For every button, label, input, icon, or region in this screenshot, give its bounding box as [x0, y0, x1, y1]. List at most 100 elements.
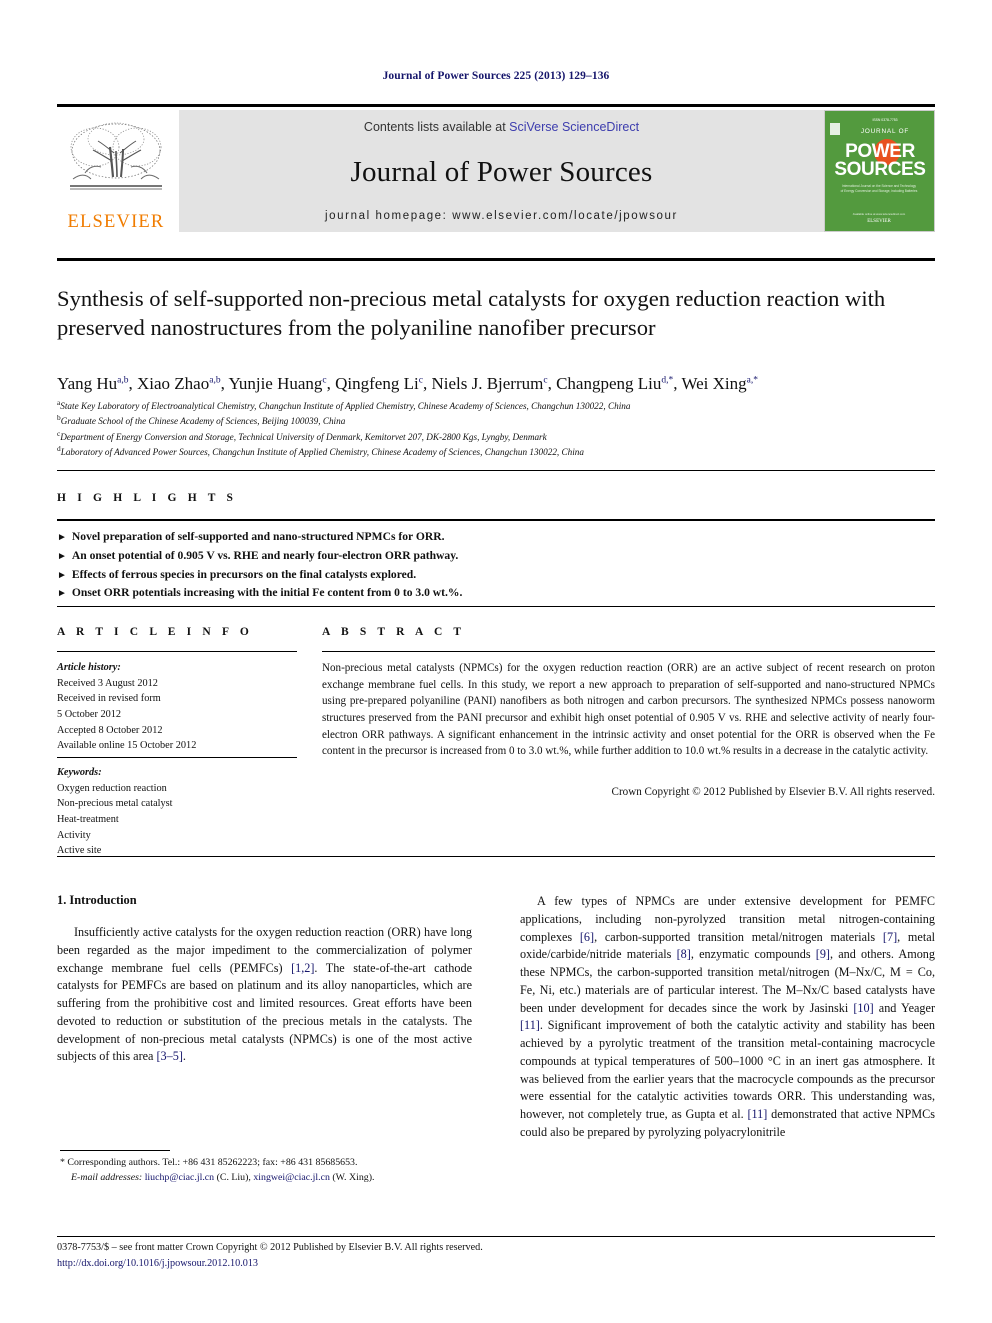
highlight-item: ► Effects of ferrous species in precursor… — [57, 566, 657, 585]
author-name: Yunjie Huang — [228, 374, 323, 393]
journal-homepage-line[interactable]: journal homepage: www.elsevier.com/locat… — [179, 210, 824, 222]
author-affiliation-mark: d,* — [661, 375, 674, 386]
abstract-heading: A B S T R A C T — [322, 626, 466, 638]
title-divider — [57, 258, 935, 261]
email-link-1[interactable]: liuchp@ciac.jl.cn — [145, 1172, 214, 1183]
corresponding-author-footnote: * Corresponding authors. Tel.: +86 431 8… — [60, 1156, 480, 1186]
keywords-block: Keywords: Oxygen reduction reaction Non-pr… — [57, 765, 302, 859]
citation-link[interactable]: [9] — [816, 947, 830, 961]
svg-text:ISSN 0378-7753: ISSN 0378-7753 — [872, 118, 897, 122]
triangle-bullet-icon: ► — [57, 550, 67, 562]
triangle-bullet-icon: ► — [57, 569, 67, 581]
journal-masthead: ELSEVIER Contents lists available at Sci… — [57, 110, 935, 232]
introduction-paragraph-2: A few types of NPMCs are under extensive… — [520, 894, 936, 1139]
triangle-bullet-icon: ► — [57, 532, 67, 543]
masthead-center-panel: Contents lists available at SciVerse Sci… — [179, 110, 824, 232]
running-head: Journal of Power Sources 225 (2013) 129–… — [382, 70, 610, 82]
keywords-heading: Keywords: — [57, 767, 102, 778]
author-name: Xiao Zhao — [137, 374, 210, 393]
article-history: Article history: Received 3 August 2012 Re… — [57, 660, 302, 754]
author-name: Niels J. Bjerrum — [431, 374, 544, 393]
affiliation-item: bGraduate School of the Chinese Academy … — [57, 413, 346, 427]
highlights-list: ► Novel preparation of self-supported and… — [57, 528, 657, 603]
svg-text:JOURNAL OF: JOURNAL OF — [861, 128, 909, 135]
email-label: E-mail addresses: — [71, 1171, 143, 1183]
highlights-bottom-divider — [57, 606, 935, 607]
elsevier-wordmark: ELSEVIER — [67, 211, 165, 232]
footer-divider — [57, 1236, 935, 1237]
svg-text:of Energy Conversion and Stora: of Energy Conversion and Storage, includ… — [841, 189, 918, 193]
header-divider — [57, 104, 935, 107]
author-affiliation-mark: a,* — [746, 375, 758, 386]
citation-link[interactable]: [11] — [520, 1018, 540, 1032]
affiliation-mark: d — [57, 444, 61, 454]
affiliation-list: aState Key Laboratory of Electroanalytic… — [57, 398, 942, 460]
svg-text:International Journal on the S: International Journal on the Science and… — [842, 184, 916, 188]
article-history-item: Available online 15 October 2012 — [57, 740, 197, 752]
author-affiliation-mark: c — [543, 375, 548, 386]
body-top-divider — [57, 856, 935, 857]
email-owner-1: (C. Liu), — [216, 1171, 251, 1183]
abstract-text: Non-precious metal catalysts (NPMCs) for… — [322, 662, 935, 758]
journal-cover-art: ISSN 0378-7753 JOURNAL OF POWER SOURCES … — [825, 111, 934, 231]
affiliation-item: cDepartment of Energy Conversion and Sto… — [57, 428, 547, 442]
author-name: Qingfeng Li — [335, 374, 419, 393]
citation-link[interactable]: [1,2] — [291, 961, 314, 975]
page-title: Synthesis of self-supported non-precious… — [57, 286, 886, 340]
highlights-heading: H I G H L I G H T S — [57, 492, 238, 504]
keyword-item: Non-precious metal catalyst — [57, 798, 173, 810]
doi-link[interactable]: http://dx.doi.org/10.1016/j.jpowsour.201… — [57, 1258, 935, 1269]
abstract-copyright: Crown Copyright © 2012 Published by Else… — [611, 786, 935, 798]
contents-prefix: Contents lists available at — [363, 120, 510, 134]
elsevier-tree-icon — [70, 122, 162, 189]
svg-text:SOURCES: SOURCES — [834, 159, 925, 180]
introduction-paragraph-1: Insufficiently active catalysts for the … — [57, 925, 472, 1064]
svg-text:ELSEVIER: ELSEVIER — [867, 219, 891, 224]
introduction-heading: 1. Introduction — [57, 893, 137, 907]
affiliation-item: dLaboratory of Advanced Power Sources, C… — [57, 444, 584, 458]
article-info-divider — [57, 651, 297, 653]
highlights-top-divider — [57, 470, 935, 471]
author-affiliation-mark: a,b — [117, 375, 129, 386]
keyword-item: Heat-treatment — [57, 813, 119, 825]
highlight-item: ► Novel preparation of self-supported and… — [57, 528, 657, 547]
email-owner-2: (W. Xing). — [332, 1171, 375, 1183]
svg-text:Available online at www.scienc: Available online at www.sciencedirect.co… — [853, 212, 906, 216]
highlight-item: ► Onset ORR potentials increasing with th… — [57, 584, 657, 603]
article-history-item: 5 October 2012 — [57, 708, 122, 720]
elsevier-logo: ELSEVIER — [57, 110, 175, 232]
citation-link[interactable]: [11] — [747, 1107, 767, 1121]
issn-copyright-line: 0378-7753/$ – see front matter Crown Cop… — [57, 1242, 483, 1253]
author-list: Yang Hua,b, Xiao Zhaoa,b, Yunjie Huangc,… — [57, 374, 758, 393]
citation-link[interactable]: [8] — [677, 947, 691, 961]
affiliation-mark: b — [57, 413, 61, 423]
citation-link[interactable]: [10] — [853, 1001, 873, 1015]
affiliation-mark: a — [57, 398, 61, 407]
sciencedirect-link[interactable]: SciVerse ScienceDirect — [509, 120, 639, 134]
article-info-heading: A R T I C L E I N F O — [57, 626, 253, 638]
keyword-item: Activity — [57, 829, 91, 841]
body-column-right: A few types of NPMCs are under extensive… — [520, 893, 935, 1142]
email-link-2[interactable]: xingwei@ciac.jl.cn — [253, 1172, 330, 1183]
journal-article-page: Journal of Power Sources 225 (2013) 129–… — [0, 0, 992, 1323]
author-name: Changpeng Liu — [556, 374, 662, 393]
citation-link[interactable]: [6] — [580, 930, 594, 944]
affiliation-mark: c — [57, 428, 61, 438]
citation-link[interactable]: [7] — [883, 930, 897, 944]
abstract-divider — [322, 651, 935, 653]
keyword-item: Oxygen reduction reaction — [57, 782, 167, 794]
article-history-item: Received 3 August 2012 — [57, 677, 158, 689]
highlights-mid-divider — [57, 519, 935, 521]
footnote-divider — [60, 1150, 170, 1151]
author-affiliation-mark: a,b — [209, 375, 221, 386]
author-affiliation-mark: c — [418, 375, 423, 386]
triangle-bullet-icon: ► — [57, 588, 67, 600]
author-name: Wei Xing — [681, 374, 747, 393]
author-name: Yang Hu — [57, 374, 118, 393]
journal-title: Journal of Power Sources — [350, 156, 653, 188]
keywords-divider — [57, 757, 297, 759]
article-history-heading: Article history: — [57, 662, 121, 673]
citation-link[interactable]: [3–5] — [157, 1049, 183, 1063]
article-history-item: Accepted 8 October 2012 — [57, 724, 163, 736]
body-column-left: 1. Introduction Insufficiently active ca… — [57, 893, 472, 1066]
